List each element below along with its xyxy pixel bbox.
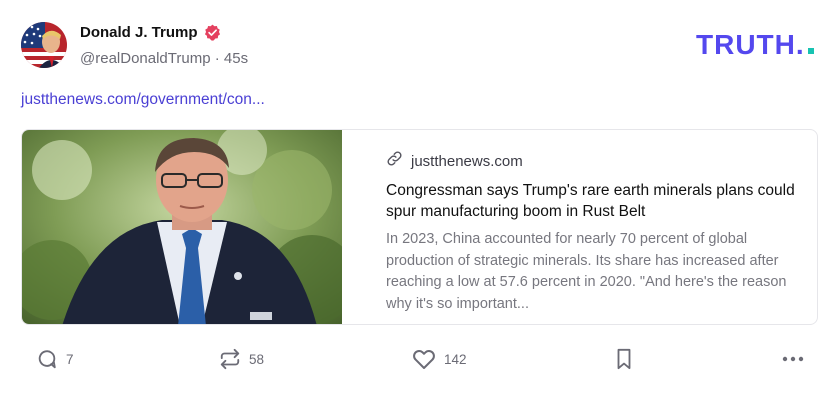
like-count: 142 <box>444 351 467 367</box>
link-preview-description: In 2023, China accounted for nearly 70 p… <box>386 231 787 312</box>
logo-text: TRUTH. <box>696 30 805 60</box>
link-preview-domain-row: justthenews.com <box>386 150 795 172</box>
reply-count: 7 <box>66 351 74 367</box>
bookmark-icon <box>614 348 634 370</box>
link-icon <box>386 150 403 172</box>
retruth-count: 58 <box>249 351 265 367</box>
like-button[interactable]: 142 <box>412 348 467 370</box>
reply-button[interactable]: 7 <box>36 348 74 370</box>
more-options-icon <box>781 348 805 370</box>
link-preview-domain: justthenews.com <box>411 152 523 170</box>
link-preview-card[interactable]: justthenews.com Congressman says Trump's… <box>21 129 818 325</box>
bookmark-button[interactable] <box>614 348 634 370</box>
handle-row: @realDonaldTrump · 45s <box>80 50 248 67</box>
post-link[interactable]: justthenews.com/government/con... <box>21 91 265 109</box>
author-name[interactable]: Donald J. Trump <box>80 24 198 41</box>
verified-badge-icon <box>204 24 221 41</box>
link-preview-body: justthenews.com Congressman says Trump's… <box>342 130 817 324</box>
heart-icon <box>412 348 436 370</box>
logo-dot <box>808 48 814 54</box>
retruth-button[interactable]: 58 <box>219 348 264 370</box>
link-preview-title[interactable]: Congressman says Trump's rare earth mine… <box>386 180 795 222</box>
separator: · <box>214 50 220 67</box>
more-options-button[interactable] <box>781 348 805 370</box>
link-preview-image[interactable] <box>22 130 357 324</box>
retruth-icon <box>219 348 241 370</box>
post-actions-bar: 7 58 142 <box>0 340 840 380</box>
reply-icon <box>36 348 58 370</box>
author-name-row[interactable]: Donald J. Trump <box>80 24 221 41</box>
avatar[interactable] <box>21 22 67 68</box>
author-handle[interactable]: @realDonaldTrump <box>80 50 211 67</box>
post-timestamp[interactable]: 45s <box>224 50 248 67</box>
truth-social-logo[interactable]: TRUTH. <box>696 29 818 65</box>
